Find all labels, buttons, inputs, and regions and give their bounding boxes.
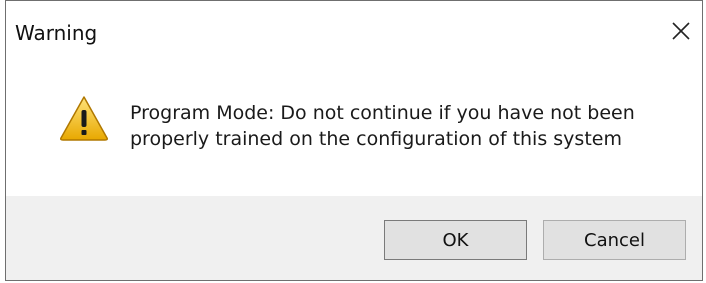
title-bar: Warning bbox=[6, 1, 702, 61]
dialog-title: Warning bbox=[15, 21, 98, 45]
warning-dialog: Warning Program Mode: Do not continue if… bbox=[5, 0, 703, 281]
warning-icon bbox=[60, 96, 108, 141]
dialog-content: Program Mode: Do not continue if you hav… bbox=[6, 61, 702, 196]
button-bar: OK Cancel bbox=[6, 196, 702, 280]
message-text: Program Mode: Do not continue if you hav… bbox=[130, 100, 680, 152]
message-line-1: Program Mode: Do not continue if you hav… bbox=[130, 102, 635, 124]
message-line-2: properly trained on the configuration of… bbox=[130, 128, 622, 150]
ok-button[interactable]: OK bbox=[384, 220, 527, 260]
cancel-button[interactable]: Cancel bbox=[543, 220, 686, 260]
close-button[interactable] bbox=[663, 13, 699, 49]
close-icon bbox=[672, 22, 690, 40]
